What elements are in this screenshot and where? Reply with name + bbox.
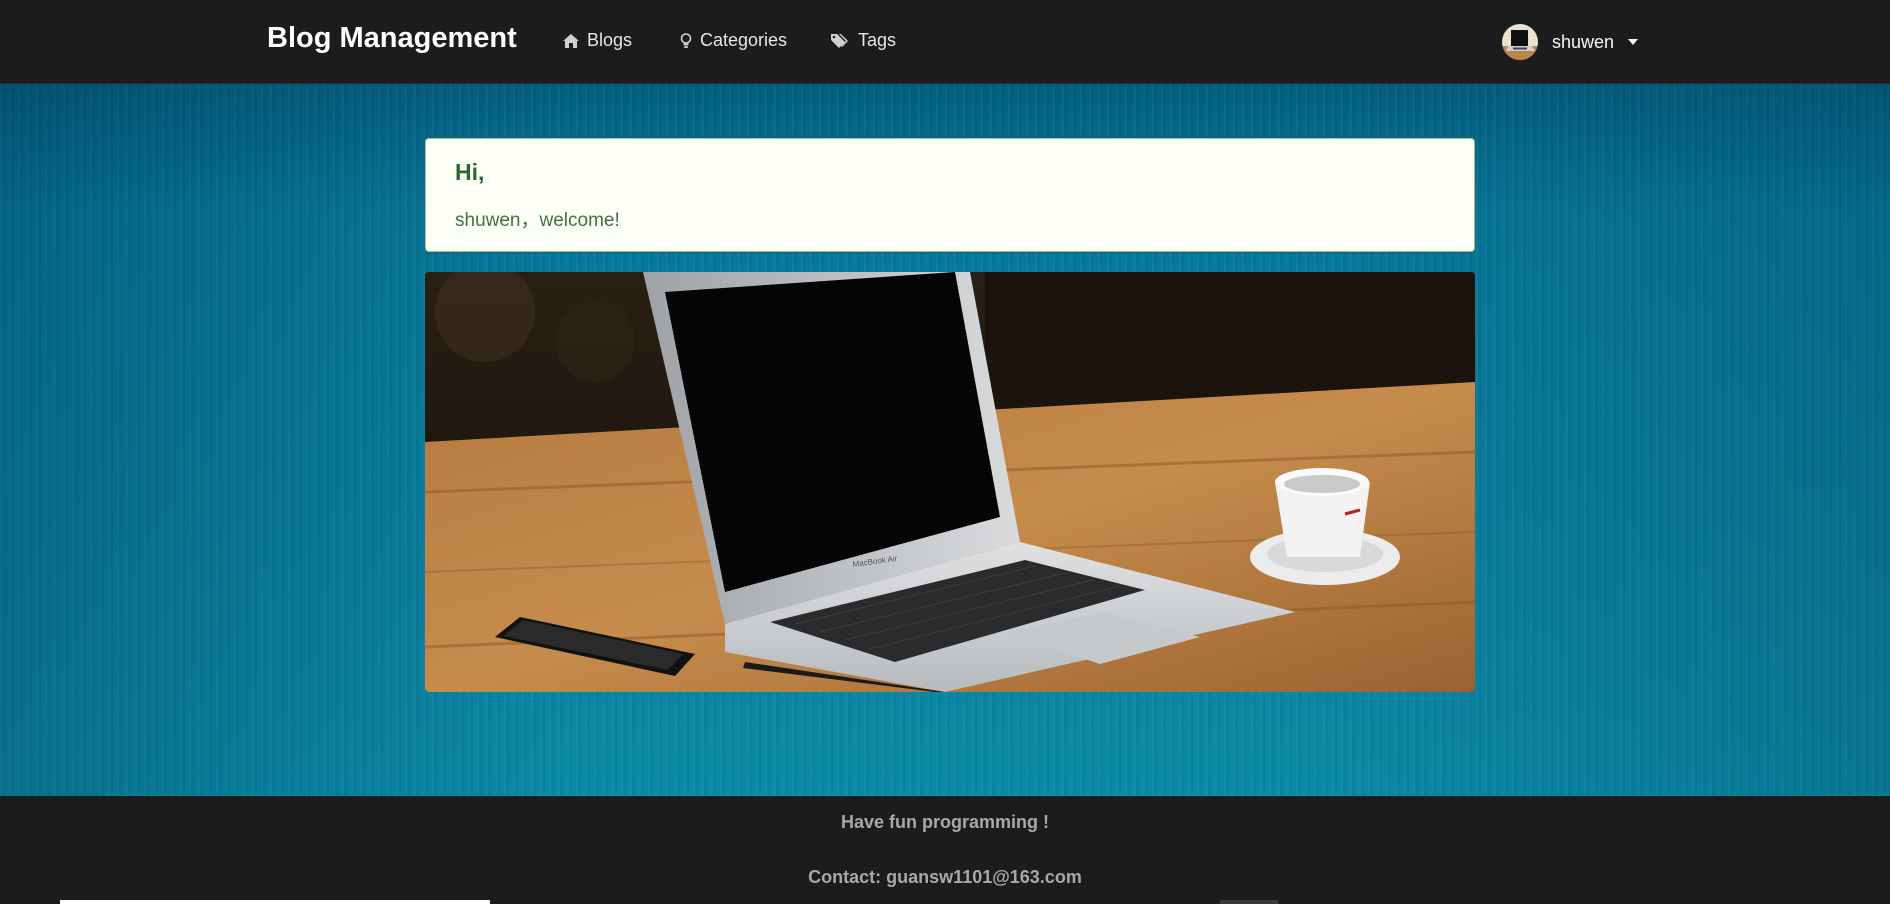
username: shuwen xyxy=(1552,31,1615,52)
nav-item-label: Blogs xyxy=(587,30,633,50)
footer-contact: Contact: guansw1101@163.com xyxy=(808,867,1082,887)
nav-item-tags[interactable]: Tags xyxy=(831,30,896,51)
caret-down-icon xyxy=(1628,39,1639,45)
page-footer: Have fun programming ! Contact: guansw11… xyxy=(0,796,1890,904)
nav-item-blogs[interactable]: Blogs xyxy=(563,30,632,51)
home-icon xyxy=(563,33,579,48)
scrollbar-track xyxy=(60,900,490,904)
footer-tagline: Have fun programming ! xyxy=(840,812,1050,832)
nav-item-label: Categories xyxy=(700,30,788,50)
welcome-message: Hi, shuwen，welcome! xyxy=(425,138,1475,252)
avatar xyxy=(1502,24,1538,60)
welcome-header: Hi, xyxy=(455,159,485,185)
scrollbar-thumb[interactable] xyxy=(1220,900,1278,904)
lightbulb-icon xyxy=(680,32,692,49)
main-content: Hi, shuwen，welcome! MacBook Air xyxy=(0,84,1890,796)
top-navbar: Blog Management Blogs Categories Tags sh… xyxy=(0,0,1890,84)
tags-icon xyxy=(831,33,850,49)
nav-item-categories[interactable]: Categories xyxy=(680,30,787,51)
nav-item-label: Tags xyxy=(858,30,897,50)
user-dropdown[interactable]: shuwen xyxy=(1502,24,1639,60)
laptop-on-desk-photo: MacBook Air xyxy=(425,272,1475,692)
welcome-text: shuwen，welcome! xyxy=(455,210,620,231)
brand-logo-text[interactable]: Blog Management xyxy=(267,22,517,55)
